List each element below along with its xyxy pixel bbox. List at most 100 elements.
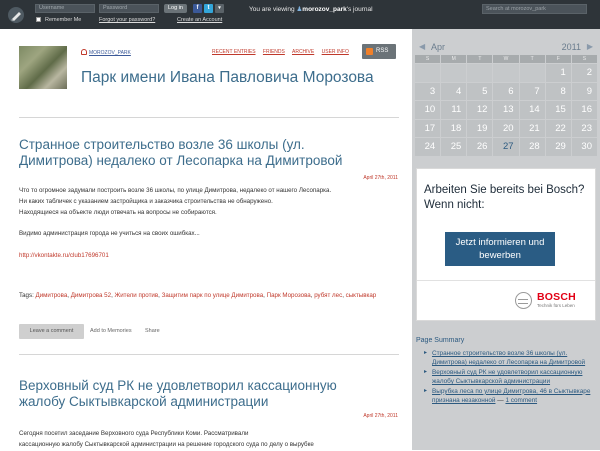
calendar-dow: T (467, 55, 493, 63)
summary-separator: — (495, 397, 506, 405)
nav-user-info[interactable]: USER INFO (322, 49, 349, 55)
calendar-month[interactable]: Apr (431, 42, 445, 52)
calendar-day: 24 (415, 138, 441, 156)
calendar-day: 28 (519, 138, 545, 156)
page-summary-title: Page Summary (416, 337, 465, 344)
livejournal-logo-icon[interactable] (6, 5, 26, 25)
entry-title[interactable]: Верховный суд РК не удовлетворил кассаци… (19, 378, 344, 409)
entry-paragraph: Видимо администрация города не учиться н… (19, 230, 200, 238)
tag-link[interactable]: Жители против (115, 292, 159, 299)
viewing-prefix: You are viewing (249, 6, 295, 13)
ad-cta-button[interactable]: Jetzt informieren und bewerben (445, 232, 555, 266)
calendar-dow: S (571, 55, 597, 63)
divider (19, 354, 399, 355)
summary-link[interactable]: Странное строительство возле 36 школы (у… (432, 350, 585, 366)
next-month-icon[interactable]: ▶ (587, 42, 593, 51)
calendar-day[interactable]: 27 (493, 138, 519, 156)
prev-month-icon[interactable]: ◀ (419, 42, 425, 51)
facebook-icon[interactable]: f (193, 4, 202, 13)
create-account-link[interactable]: Create an Account (177, 17, 222, 23)
remember-me-checkbox[interactable] (36, 17, 41, 22)
calendar-day: 25 (441, 138, 467, 156)
calendar-day: 20 (493, 119, 519, 137)
entry-date[interactable]: April 27th, 2011 (363, 175, 398, 181)
tags-label: Tags: (19, 292, 34, 299)
calendar-grid: S M T W T F S 1 2 3 4 5 6 7 8 9 10 11 12 13 14 15 16 17 18 19 20 21… (415, 55, 597, 156)
ad-text: Arbeiten Sie bereits bei Bosch? Wenn nic… (424, 184, 585, 211)
calendar-day: 8 (545, 82, 571, 100)
journal-main: MOROZOV_PARK RECENT ENTRIES FRIENDS ARCH… (0, 29, 412, 450)
leave-comment-button[interactable]: Leave a comment (19, 324, 84, 339)
tag-link[interactable]: Защитим парк по улице Димитрова (162, 292, 264, 299)
entry-spacer (19, 218, 399, 229)
calendar-day: 15 (545, 101, 571, 119)
summary-comment-link[interactable]: 1 comment (505, 397, 537, 404)
calendar-dow: W (493, 55, 519, 63)
rss-button[interactable]: RSS (362, 44, 396, 59)
rss-label: RSS (376, 48, 389, 54)
twitter-icon[interactable]: t (204, 4, 213, 13)
divider (19, 117, 399, 118)
calendar-day: 7 (519, 82, 545, 100)
calendar-empty-cell (441, 64, 467, 82)
bosch-ad[interactable]: Arbeiten Sie bereits bei Bosch? Wenn nic… (416, 168, 596, 321)
nav-recent-entries[interactable]: RECENT ENTRIES (212, 49, 256, 55)
calendar-day: 6 (493, 82, 519, 100)
viewing-user-link[interactable]: morozov_park (302, 6, 346, 13)
journal-username-link[interactable]: MOROZOV_PARK (81, 49, 131, 56)
nav-archive[interactable]: ARCHIVE (292, 49, 314, 55)
calendar-day: 14 (519, 101, 545, 119)
ad-divider (417, 280, 595, 281)
entry-date[interactable]: April 27th, 2011 (363, 413, 398, 419)
more-dropdown-icon[interactable]: ▾ (215, 4, 224, 13)
calendar-day: 18 (441, 119, 467, 137)
calendar-day: 21 (519, 119, 545, 137)
tag-link[interactable]: Димитрова (36, 292, 68, 299)
add-memories-link[interactable]: Add to Memories (90, 328, 132, 334)
summary-item: Странное строительство возле 36 школы (у… (424, 349, 596, 367)
nav-friends[interactable]: FRIENDS (263, 49, 285, 55)
entry-title[interactable]: Странное строительство возле 36 школы (у… (19, 137, 344, 168)
summary-item: Вырубка леса по улице Димитрова, 46 в Сы… (424, 387, 596, 405)
summary-link[interactable]: Верховный суд РК не удовлетворил кассаци… (432, 369, 582, 385)
calendar-day: 22 (545, 119, 571, 137)
journal-username[interactable]: MOROZOV_PARK (89, 50, 131, 56)
entry-body: Что то огромное задумали построить возле… (19, 186, 399, 262)
viewing-journal-text: You are viewing ♟morozov_park's journal (249, 5, 373, 13)
top-bar: Username Password Log in f t ▾ Remember … (0, 0, 600, 29)
calendar-dow: S (415, 55, 441, 63)
page-summary-list: Странное строительство возле 36 школы (у… (424, 349, 596, 406)
calendar-empty-cell (493, 64, 519, 82)
user-head-icon (81, 49, 87, 55)
calendar: ◀ Apr 2011 ▶ S M T W T F S 1 2 3 4 5 6 7 8 9 10 11 12 13 14 1… (415, 41, 597, 156)
calendar-day: 23 (571, 119, 597, 137)
calendar-day: 12 (467, 101, 493, 119)
calendar-empty-cell (467, 64, 493, 82)
share-link[interactable]: Share (145, 328, 160, 334)
username-input[interactable]: Username (35, 4, 95, 13)
calendar-day: 9 (571, 82, 597, 100)
password-input[interactable]: Password (99, 4, 159, 13)
calendar-day: 3 (415, 82, 441, 100)
tag-link[interactable]: сыктывкар (346, 292, 377, 299)
tag-link[interactable]: рубят лес (314, 292, 342, 299)
tag-link[interactable]: Парк Морозова (267, 292, 311, 299)
calendar-day: 5 (467, 82, 493, 100)
login-button[interactable]: Log in (164, 4, 187, 13)
summary-item: Верховный суд РК не удовлетворил кассаци… (424, 368, 596, 386)
tag-link[interactable]: Димитрова 52 (71, 292, 111, 299)
entry-paragraph: Что то огромное задумали построить возле… (19, 187, 332, 194)
search-input[interactable]: Search at morozov_park (482, 4, 587, 14)
bosch-logo-icon (515, 292, 532, 309)
calendar-day: 11 (441, 101, 467, 119)
calendar-day: 4 (441, 82, 467, 100)
calendar-day: 19 (467, 119, 493, 137)
entry-link[interactable]: http://vkontakte.ru/club17696701 (19, 252, 109, 259)
journal-nav: RECENT ENTRIES FRIENDS ARCHIVE USER INFO (212, 49, 355, 55)
calendar-year[interactable]: 2011 (562, 42, 581, 52)
calendar-day: 29 (545, 138, 571, 156)
ad-brand: BOSCH (537, 291, 576, 303)
calendar-dow: F (545, 55, 571, 63)
calendar-day: 2 (571, 64, 597, 82)
forgot-password-link[interactable]: Forgot your password? (99, 17, 155, 23)
